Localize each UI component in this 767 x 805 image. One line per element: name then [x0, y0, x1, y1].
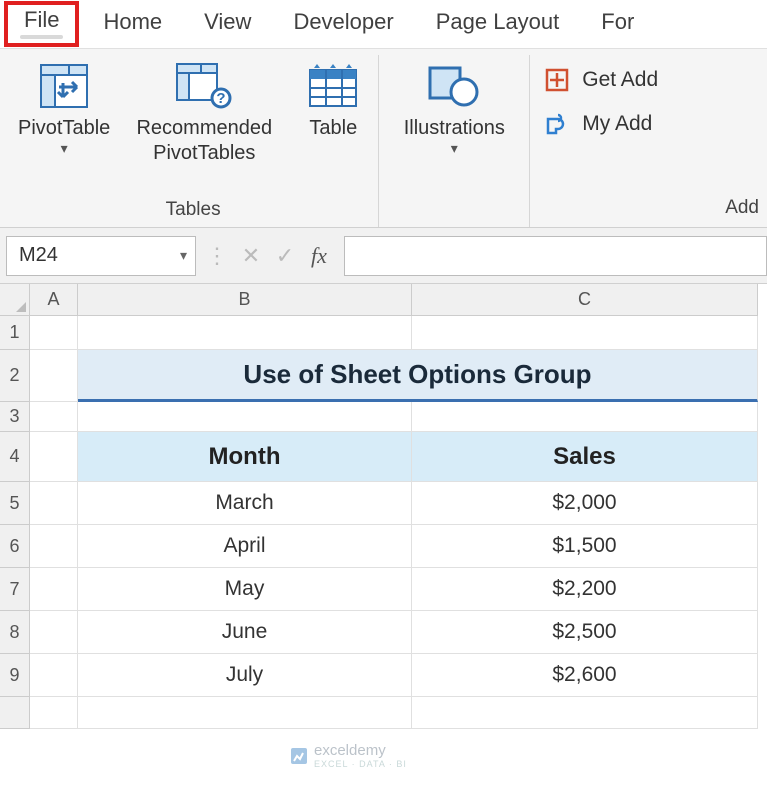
pivottable-icon: [39, 57, 89, 115]
table-header-month[interactable]: Month: [78, 432, 412, 482]
row-header[interactable]: 6: [0, 525, 30, 568]
table-cell-sales[interactable]: $2,200: [412, 568, 758, 611]
cell[interactable]: [30, 402, 78, 432]
table-header-sales[interactable]: Sales: [412, 432, 758, 482]
tab-developer[interactable]: Developer: [281, 5, 405, 43]
my-addins-button[interactable]: My Add: [544, 111, 767, 137]
cell[interactable]: [30, 432, 78, 482]
formula-bar-buttons: ⋮ ✕ ✓ fx: [202, 243, 334, 269]
watermark-sub: EXCEL · DATA · BI: [314, 759, 407, 769]
cell[interactable]: [30, 482, 78, 525]
recommended-label-2: PivotTables: [153, 142, 255, 165]
cell[interactable]: [78, 316, 412, 350]
my-addins-label: My Add: [582, 112, 652, 136]
table-cell-month[interactable]: May: [78, 568, 412, 611]
table-cell-month[interactable]: March: [78, 482, 412, 525]
col-header-C[interactable]: C: [412, 284, 758, 316]
table-cell-sales[interactable]: $2,000: [412, 482, 758, 525]
row-header[interactable]: 7: [0, 568, 30, 611]
tab-home[interactable]: Home: [91, 5, 174, 43]
accept-icon[interactable]: ✓: [270, 243, 300, 269]
illustrations-icon: [424, 57, 484, 115]
get-addins-icon: [544, 67, 572, 93]
formula-bar: M24 ▾ ⋮ ✕ ✓ fx: [0, 228, 767, 284]
recommended-pivottables-icon: ?: [175, 57, 233, 115]
more-icon[interactable]: ⋮: [202, 243, 232, 269]
table-cell-month[interactable]: June: [78, 611, 412, 654]
cell[interactable]: [30, 316, 78, 350]
group-label-addins: Add: [544, 197, 767, 223]
row-header[interactable]: 3: [0, 402, 30, 432]
cell[interactable]: [30, 568, 78, 611]
ribbon-group-tables: PivotTable ▾ ? Recommended PivotTables: [0, 55, 379, 227]
row-header[interactable]: 1: [0, 316, 30, 350]
get-addins-button[interactable]: Get Add: [544, 67, 767, 93]
svg-text:?: ?: [217, 90, 226, 107]
table-cell-month[interactable]: April: [78, 525, 412, 568]
select-all-corner[interactable]: [0, 284, 30, 316]
recommended-label-1: Recommended: [136, 117, 272, 140]
table-cell-sales[interactable]: $1,500: [412, 525, 758, 568]
group-label-illustrations: [452, 199, 457, 223]
row-header[interactable]: 8: [0, 611, 30, 654]
title-cell[interactable]: Use of Sheet Options Group: [78, 350, 758, 402]
table-button[interactable]: Table: [298, 57, 368, 140]
cell[interactable]: [30, 525, 78, 568]
table-cell-month[interactable]: July: [78, 654, 412, 697]
row-header[interactable]: 9: [0, 654, 30, 697]
cell[interactable]: [412, 402, 758, 432]
watermark-text: exceldemy: [314, 742, 386, 759]
formula-input[interactable]: [344, 236, 767, 276]
fx-icon[interactable]: fx: [304, 243, 334, 269]
chevron-down-icon: ▾: [180, 247, 187, 264]
cell[interactable]: [30, 697, 78, 729]
col-header-A[interactable]: A: [30, 284, 78, 316]
ribbon-group-addins: Get Add My Add Add: [530, 55, 767, 227]
table-icon: [308, 57, 358, 115]
chevron-down-icon: ▾: [451, 140, 458, 157]
ribbon-group-illustrations: Illustrations ▾: [379, 55, 530, 227]
watermark-icon: [290, 747, 308, 765]
illustrations-button[interactable]: Illustrations ▾: [389, 57, 519, 157]
cell[interactable]: [78, 402, 412, 432]
row-header[interactable]: 4: [0, 432, 30, 482]
table-cell-sales[interactable]: $2,600: [412, 654, 758, 697]
spreadsheet-grid[interactable]: A B C 1 2 Use of Sheet Options Group 3 4…: [0, 284, 767, 729]
illustrations-label: Illustrations: [404, 117, 505, 140]
cancel-icon[interactable]: ✕: [236, 243, 266, 269]
row-header[interactable]: [0, 697, 30, 729]
chevron-down-icon: ▾: [61, 140, 68, 157]
cell[interactable]: [30, 654, 78, 697]
row-header[interactable]: 2: [0, 350, 30, 402]
ribbon-tabs: File Home View Developer Page Layout For: [0, 0, 767, 48]
row-header[interactable]: 5: [0, 482, 30, 525]
pivottable-label: PivotTable: [18, 117, 110, 140]
ribbon: PivotTable ▾ ? Recommended PivotTables: [0, 48, 767, 228]
tab-file[interactable]: File: [4, 1, 79, 47]
cell[interactable]: [78, 697, 412, 729]
table-label: Table: [309, 117, 357, 140]
group-label-tables: Tables: [166, 199, 221, 223]
my-addins-icon: [544, 111, 572, 137]
cell[interactable]: [30, 611, 78, 654]
cell[interactable]: [412, 316, 758, 350]
name-box[interactable]: M24 ▾: [6, 236, 196, 276]
cell[interactable]: [412, 697, 758, 729]
recommended-pivottables-button[interactable]: ? Recommended PivotTables: [124, 57, 284, 165]
tab-view[interactable]: View: [192, 5, 263, 43]
get-addins-label: Get Add: [582, 68, 658, 92]
tab-page-layout[interactable]: Page Layout: [424, 5, 572, 43]
cell[interactable]: [30, 350, 78, 402]
tab-formulas[interactable]: For: [589, 5, 646, 43]
name-box-value: M24: [19, 244, 58, 267]
pivottable-button[interactable]: PivotTable ▾: [18, 57, 110, 157]
table-cell-sales[interactable]: $2,500: [412, 611, 758, 654]
col-header-B[interactable]: B: [78, 284, 412, 316]
watermark: exceldemy EXCEL · DATA · BI: [290, 742, 407, 769]
